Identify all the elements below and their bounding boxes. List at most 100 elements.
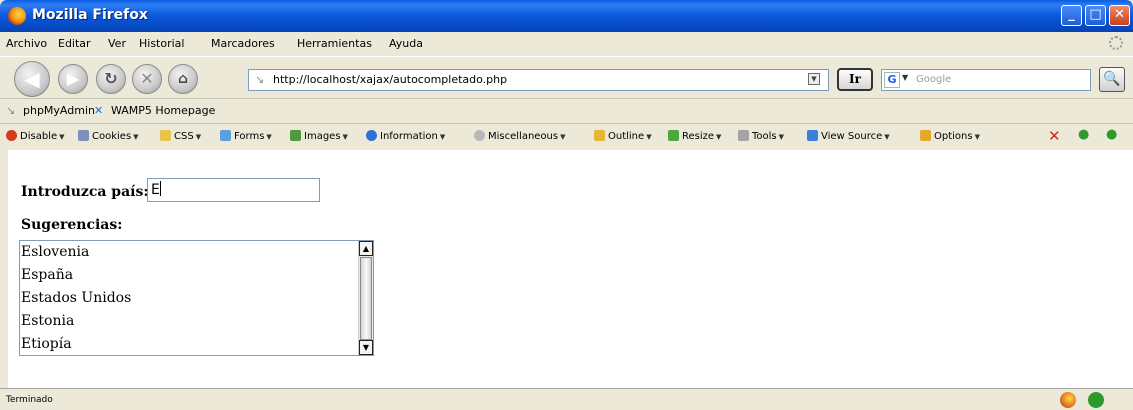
suggestion-item[interactable]: Eslovenia	[21, 244, 89, 260]
google-engine-icon[interactable]: G	[884, 72, 900, 88]
content-left-border	[0, 150, 8, 388]
country-input-value: E	[151, 182, 160, 198]
search-box[interactable]: G ▼ Google	[881, 69, 1091, 91]
wd-label: Miscellaneous	[488, 131, 559, 142]
wd-tools[interactable]: Tools ▼	[738, 130, 784, 142]
window-title: Mozilla Firefox	[32, 7, 148, 23]
back-button[interactable]: ◀	[14, 61, 50, 97]
search-button[interactable]: 🔍	[1099, 67, 1125, 92]
page-icon: ↘	[255, 73, 265, 86]
status-check-icon[interactable]	[1088, 392, 1104, 408]
url-dropdown-icon[interactable]: ▼	[808, 73, 820, 85]
menu-ayuda[interactable]: Ayuda	[389, 37, 423, 50]
text-caret	[159, 181, 161, 196]
wd-options[interactable]: Options ▼	[920, 130, 980, 142]
wd-information[interactable]: Information ▼	[366, 130, 445, 142]
engine-dropdown-icon[interactable]: ▼	[902, 73, 908, 82]
wd-validate-icon[interactable]: ●	[1106, 127, 1117, 142]
wd-label: CSS	[174, 131, 194, 142]
menu-marcadores[interactable]: Marcadores	[211, 37, 275, 50]
wd-label: Options	[934, 131, 973, 142]
wd-check-icon[interactable]: ●	[1078, 127, 1089, 142]
tools-icon	[738, 130, 749, 141]
bookmark-phpmyadmin[interactable]: ↘ phpMyAdmin	[6, 104, 95, 117]
firefox-logo-icon	[8, 7, 26, 25]
url-bar[interactable]: ↘ http://localhost/xajax/autocompletado.…	[248, 69, 829, 91]
menu-ver[interactable]: Ver	[108, 37, 126, 50]
navigation-toolbar: ◀ ▶ ↻ ✕ ⌂ ↘ http://localhost/xajax/autoc…	[0, 57, 1133, 97]
menu-archivo[interactable]: Archivo	[6, 37, 47, 50]
information-icon	[366, 130, 377, 141]
wd-forms[interactable]: Forms ▼	[220, 130, 272, 142]
outline-icon	[594, 130, 605, 141]
wd-label: Resize	[682, 131, 715, 142]
status-bar: Terminado	[0, 388, 1133, 410]
close-button[interactable]: ✕	[1109, 5, 1130, 26]
wd-label: Information	[380, 131, 438, 142]
resize-icon	[668, 130, 679, 141]
menu-historial[interactable]: Historial	[139, 37, 184, 50]
wd-label: View Source	[821, 131, 883, 142]
wamp-icon: ✕	[94, 104, 104, 117]
reload-button[interactable]: ↻	[96, 64, 126, 94]
wd-label: Cookies	[92, 131, 132, 142]
forward-button[interactable]: ▶	[58, 64, 88, 94]
country-label: Introduzca país:	[21, 184, 149, 200]
wd-outline[interactable]: Outline ▼	[594, 130, 652, 142]
menu-herramientas[interactable]: Herramientas	[297, 37, 372, 50]
wd-cookies[interactable]: Cookies ▼	[78, 130, 139, 142]
title-bar: Mozilla Firefox _ □ ✕	[0, 0, 1133, 32]
forms-icon	[220, 130, 231, 141]
cookies-icon	[78, 130, 89, 141]
wd-label: Images	[304, 131, 341, 142]
page-content: Introduzca país: E Sugerencias: Esloveni…	[8, 150, 1133, 388]
bookmarks-toolbar: ↘ phpMyAdmin ✕ WAMP5 Homepage	[0, 98, 1133, 123]
scroll-down-icon[interactable]: ▼	[359, 340, 373, 355]
firefox-window: Mozilla Firefox _ □ ✕ Archivo Editar Ver…	[0, 0, 1133, 410]
bookmark-label: phpMyAdmin	[23, 104, 95, 117]
images-icon	[290, 130, 301, 141]
maximize-button[interactable]: □	[1085, 5, 1106, 26]
country-input[interactable]: E	[147, 178, 320, 202]
wd-images[interactable]: Images ▼	[290, 130, 348, 142]
web-developer-toolbar: Disable ▼ Cookies ▼ CSS ▼ Forms ▼ Images ▼ In…	[0, 123, 1133, 151]
suggestions-label: Sugerencias:	[21, 217, 123, 233]
home-button[interactable]: ⌂	[168, 64, 198, 94]
wd-resize[interactable]: Resize ▼	[668, 130, 721, 142]
view-source-icon	[807, 130, 818, 141]
wd-miscellaneous[interactable]: Miscellaneous ▼	[474, 130, 566, 142]
go-button[interactable]: Ir	[837, 68, 873, 91]
wd-label: Tools	[752, 131, 777, 142]
menu-editar[interactable]: Editar	[58, 37, 91, 50]
suggestions-listbox[interactable]: Eslovenia España Estados Unidos Estonia …	[19, 240, 374, 356]
wd-css[interactable]: CSS ▼	[160, 130, 201, 142]
scroll-thumb[interactable]	[360, 257, 372, 340]
wd-label: Forms	[234, 131, 265, 142]
wd-label: Outline	[608, 131, 645, 142]
throbber-icon	[1109, 36, 1123, 50]
disable-icon	[6, 130, 17, 141]
suggestion-item[interactable]: España	[21, 267, 73, 283]
wd-label: Disable	[20, 131, 58, 142]
options-icon	[920, 130, 931, 141]
firebug-icon[interactable]	[1060, 392, 1076, 408]
suggestion-item[interactable]: Etiopía	[21, 336, 72, 352]
listbox-scrollbar[interactable]: ▲ ▼	[358, 241, 373, 355]
wd-close-icon[interactable]: ✕	[1048, 127, 1061, 145]
bookmark-label: WAMP5 Homepage	[111, 104, 216, 117]
miscellaneous-icon	[474, 130, 485, 141]
suggestion-item[interactable]: Estonia	[21, 313, 74, 329]
minimize-button[interactable]: _	[1061, 5, 1082, 26]
wd-view-source[interactable]: View Source ▼	[807, 130, 890, 142]
status-text: Terminado	[6, 395, 53, 405]
search-placeholder: Google	[916, 74, 952, 85]
menu-bar: Archivo Editar Ver Historial Marcadores …	[0, 32, 1133, 57]
stop-button[interactable]: ✕	[132, 64, 162, 94]
css-icon	[160, 130, 171, 141]
scroll-up-icon[interactable]: ▲	[359, 241, 373, 256]
bookmark-icon: ↘	[6, 104, 16, 117]
suggestion-item[interactable]: Estados Unidos	[21, 290, 131, 306]
wd-disable[interactable]: Disable ▼	[6, 130, 65, 142]
bookmark-wamp5[interactable]: ✕ WAMP5 Homepage	[94, 104, 215, 117]
url-text: http://localhost/xajax/autocompletado.ph…	[273, 73, 508, 86]
